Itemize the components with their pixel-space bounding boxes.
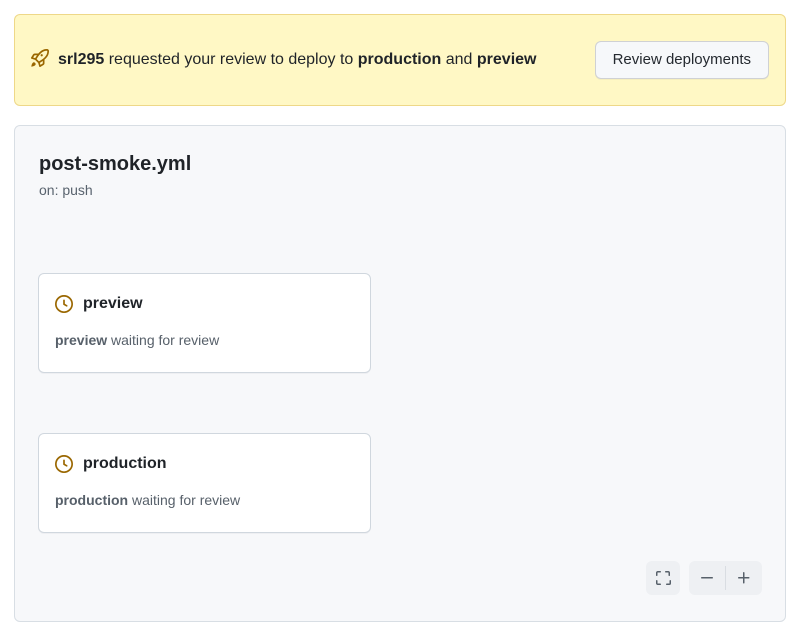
job-status: preview waiting for review (55, 331, 354, 350)
graph-controls (646, 561, 762, 595)
zoom-control-group (689, 561, 762, 595)
banner-text-requested: requested your review to deploy to (104, 51, 357, 68)
job-status-text: waiting for review (107, 332, 219, 348)
job-card-production[interactable]: production production waiting for review (38, 433, 371, 533)
plus-icon (736, 570, 752, 586)
job-status: production waiting for review (55, 491, 354, 510)
banner-actor: srl295 (58, 51, 104, 68)
job-name: preview (83, 293, 143, 315)
workflow-header: post-smoke.yml on: push (15, 126, 785, 200)
zoom-in-button[interactable] (726, 561, 762, 595)
job-card-preview[interactable]: preview preview waiting for review (38, 273, 371, 373)
workflow-file-name: post-smoke.yml (39, 151, 761, 177)
job-status-env: preview (55, 332, 107, 348)
job-name: production (83, 453, 167, 475)
banner-env-production: production (358, 51, 442, 68)
workflow-trigger: on: push (39, 180, 761, 200)
clock-icon (55, 295, 73, 313)
job-status-env: production (55, 492, 128, 508)
clock-icon (55, 455, 73, 473)
zoom-out-button[interactable] (689, 561, 725, 595)
deployment-review-banner: srl295 requested your review to deploy t… (14, 14, 786, 106)
page: srl295 requested your review to deploy t… (0, 0, 800, 636)
minus-icon (699, 570, 715, 586)
workflow-card: post-smoke.yml on: push preview preview … (14, 125, 786, 622)
job-title-row: production (55, 453, 354, 475)
rocket-icon (31, 49, 49, 67)
banner-env-preview: preview (477, 51, 537, 68)
job-status-text: waiting for review (128, 492, 240, 508)
fullscreen-button[interactable] (646, 561, 680, 595)
review-deployments-button[interactable]: Review deployments (595, 41, 769, 79)
fullscreen-icon (655, 570, 671, 586)
banner-message: srl295 requested your review to deploy t… (31, 48, 579, 72)
job-title-row: preview (55, 293, 354, 315)
banner-text-and: and (441, 51, 477, 68)
